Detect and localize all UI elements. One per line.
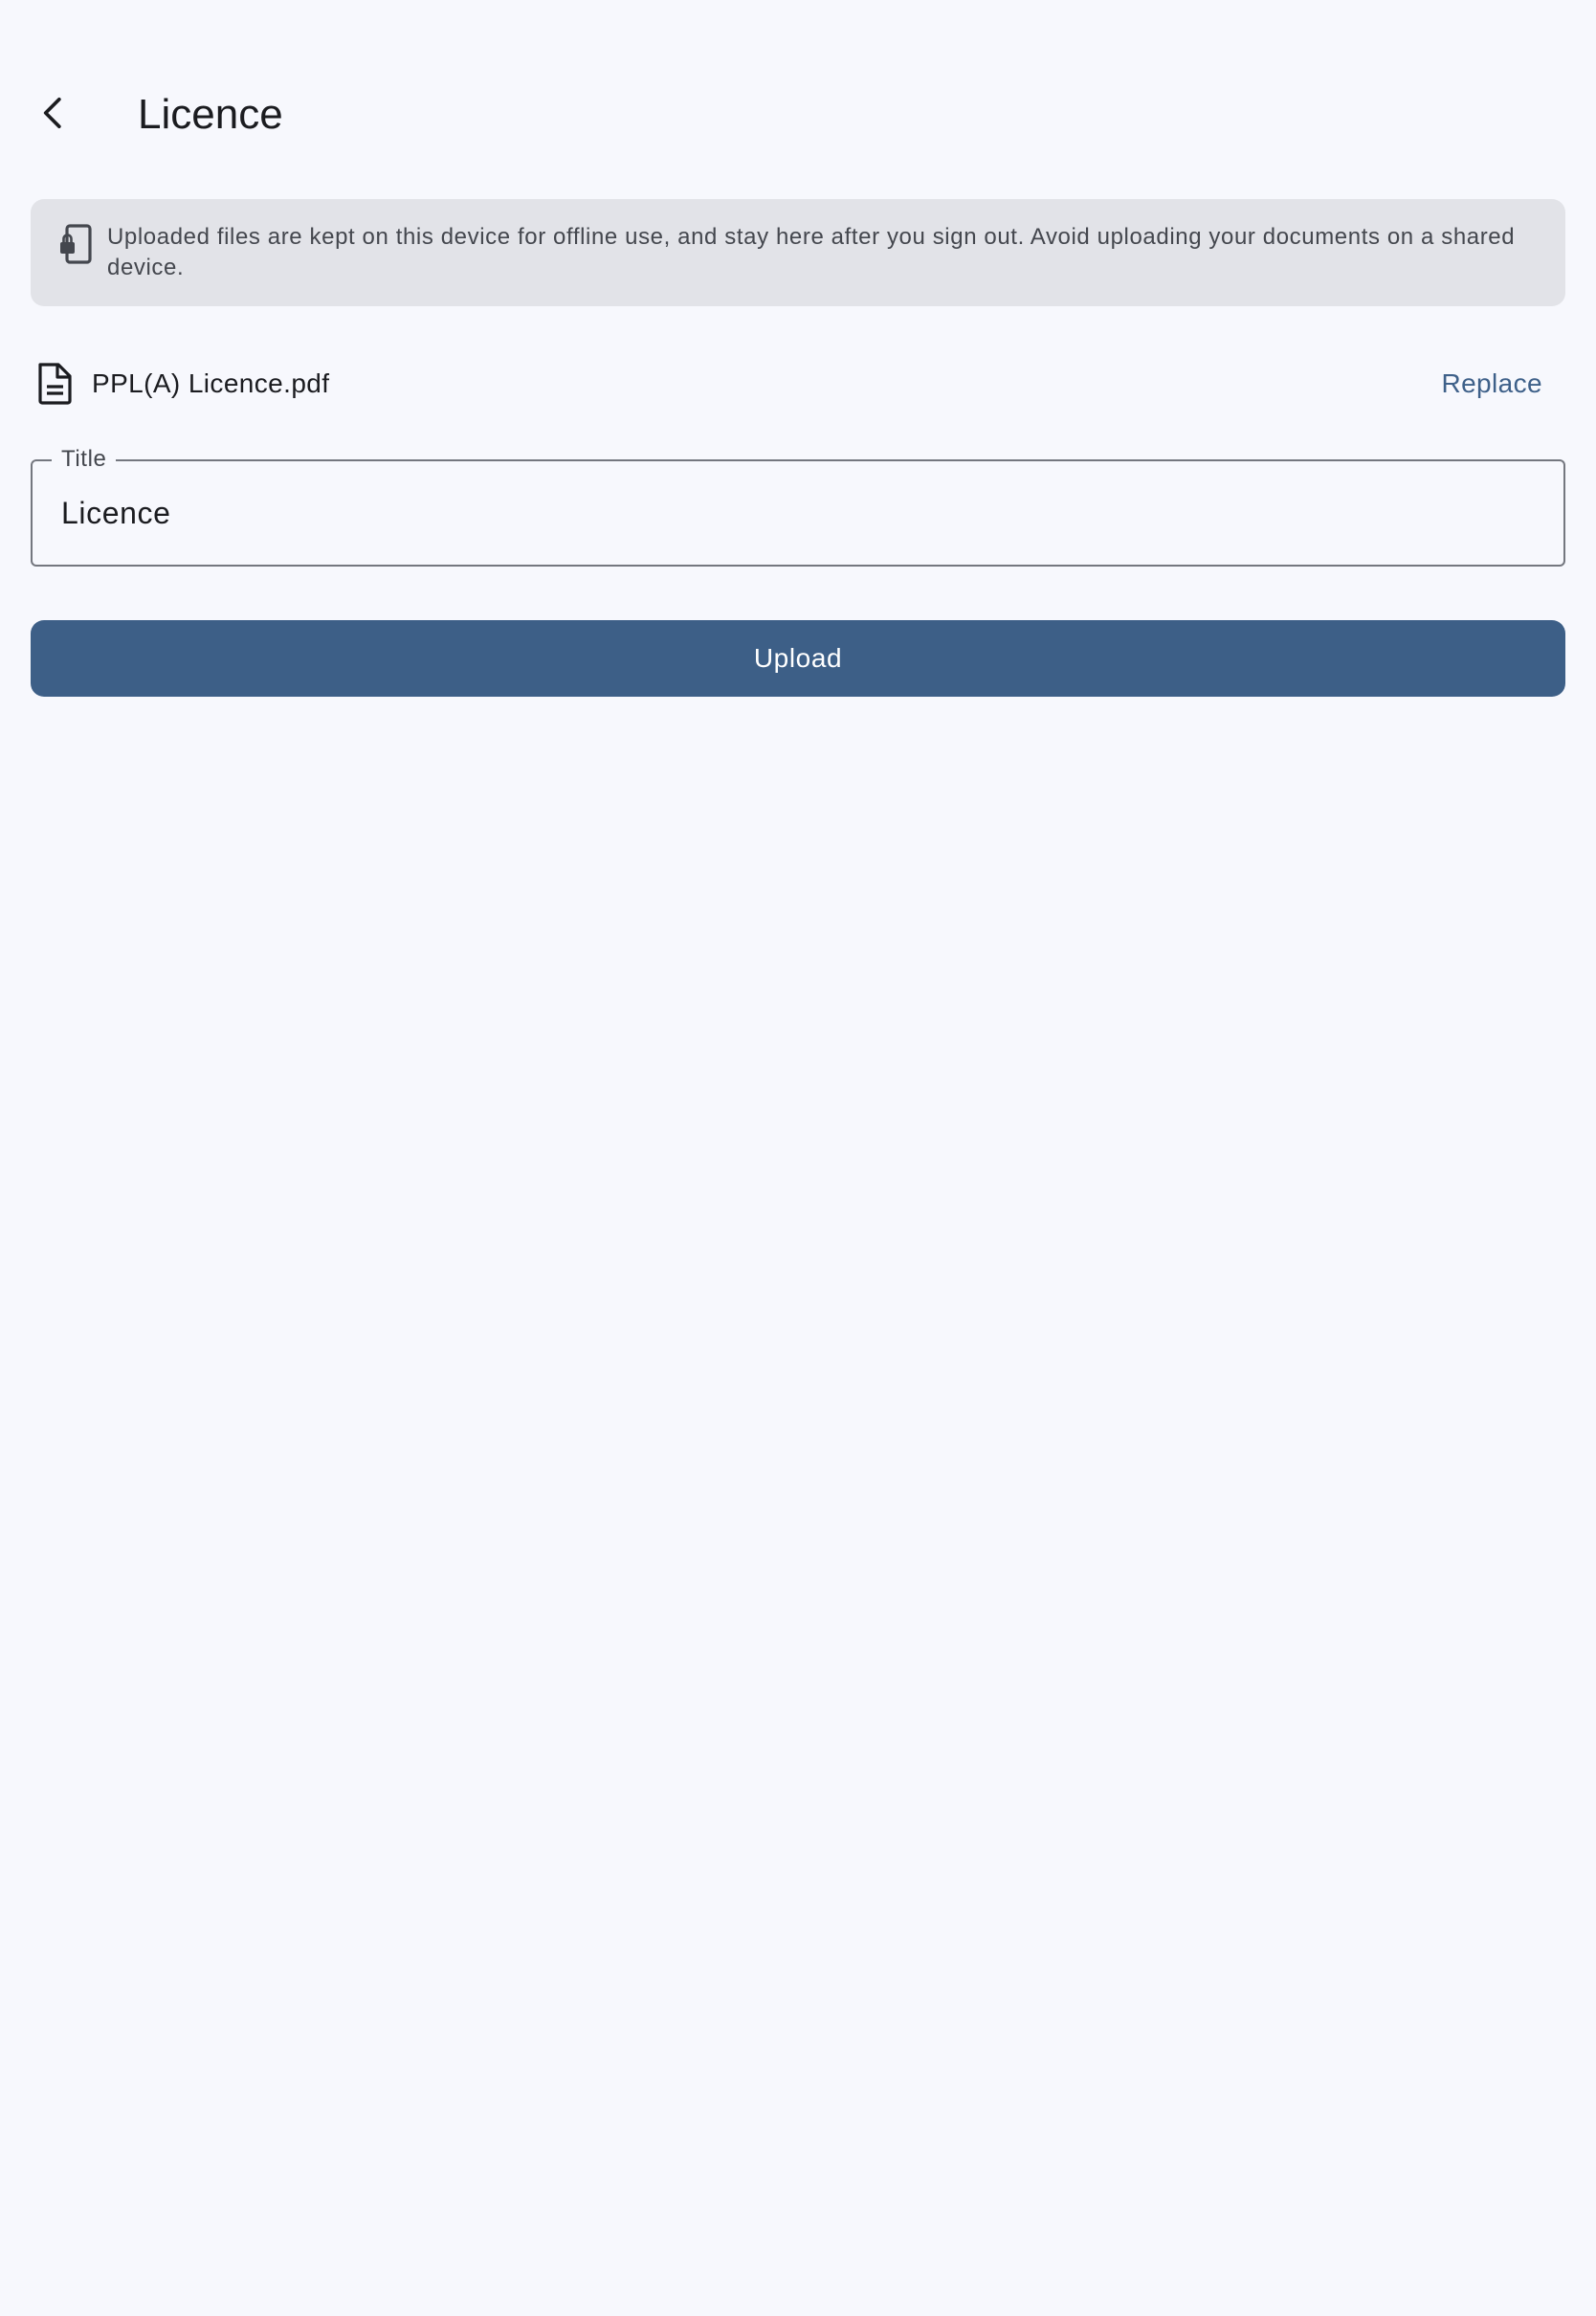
file-document-icon	[38, 363, 72, 405]
title-field-label: Title	[52, 444, 117, 475]
notice-text: Uploaded files are kept on this device f…	[107, 224, 1516, 280]
lock-device-icon	[60, 224, 92, 264]
offline-storage-notice: Uploaded files are kept on this device f…	[31, 199, 1565, 306]
chevron-left-icon	[43, 98, 61, 129]
app-bar: Licence	[0, 0, 1596, 191]
upload-button[interactable]: Upload	[31, 620, 1565, 697]
title-input[interactable]	[61, 492, 1516, 534]
back-button[interactable]	[21, 80, 86, 145]
page-title: Licence	[138, 91, 283, 138]
selected-file-row: PPL(A) Licence.pdf Replace	[31, 354, 1565, 413]
replace-button[interactable]: Replace	[1433, 362, 1550, 406]
file-name: PPL(A) Licence.pdf	[92, 368, 330, 398]
title-field[interactable]: Title	[31, 444, 1565, 567]
